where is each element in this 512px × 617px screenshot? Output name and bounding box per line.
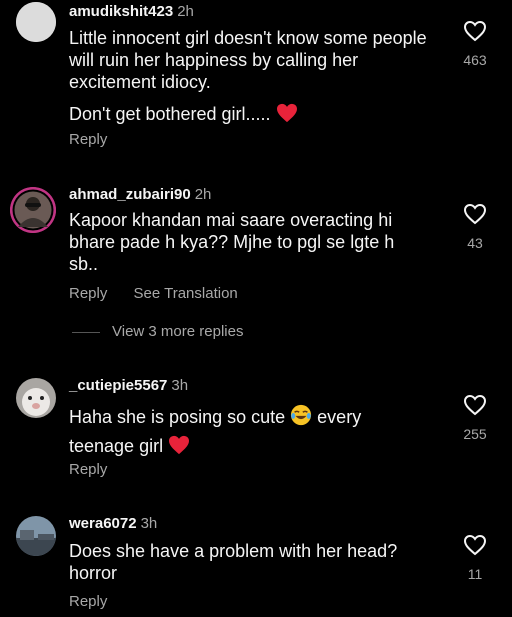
like-count: 11 xyxy=(467,566,483,582)
like-button[interactable]: 11 xyxy=(452,534,498,582)
heart-outline-icon[interactable] xyxy=(463,203,487,225)
username[interactable]: ahmad_zubairi90 xyxy=(69,186,191,203)
timestamp: 3h xyxy=(140,515,158,532)
reply-button[interactable]: Reply xyxy=(69,285,107,302)
comment-text: Kapoor khandan mai saare overacting hi b… xyxy=(69,210,395,274)
reply-button[interactable]: Reply xyxy=(69,461,107,478)
timestamp: 2h xyxy=(194,186,212,203)
comment-header: _cutiepie5567 3h xyxy=(69,377,188,394)
comment-header: wera6072 3h xyxy=(69,515,157,532)
profile-photo-icon xyxy=(16,516,56,556)
comment-actions: Reply See Translation xyxy=(69,285,260,302)
comment-header: amudikshit423 2h xyxy=(69,3,194,20)
like-button[interactable]: 255 xyxy=(452,394,498,442)
heart-outline-icon[interactable] xyxy=(463,20,487,42)
comment-text-part: Don't get bothered girl..... xyxy=(69,104,271,124)
username[interactable]: wera6072 xyxy=(69,515,137,532)
comment-text-line: Don't get bothered girl..... xyxy=(69,103,429,128)
like-count: 43 xyxy=(467,235,483,251)
like-button[interactable]: 463 xyxy=(452,20,498,68)
timestamp: 3h xyxy=(171,377,189,394)
heart-outline-icon[interactable] xyxy=(463,394,487,416)
timestamp: 2h xyxy=(177,3,194,20)
comment-actions: Reply xyxy=(69,461,129,478)
username[interactable]: _cutiepie5567 xyxy=(69,377,167,394)
comment-text-part: Haha she is posing so cute xyxy=(69,407,286,427)
username[interactable]: amudikshit423 xyxy=(69,3,173,20)
default-avatar-icon xyxy=(16,2,56,42)
tears-of-joy-emoji-icon xyxy=(290,404,312,433)
comment-actions: Reply xyxy=(69,593,129,610)
comment-text: Little innocent girl doesn't know some p… xyxy=(69,27,429,128)
avatar[interactable] xyxy=(16,516,56,556)
avatar[interactable] xyxy=(16,2,56,42)
view-more-replies-label[interactable]: View 3 more replies xyxy=(112,323,243,340)
comment-text: Haha she is posing so cute every teenage… xyxy=(69,404,429,462)
heart-outline-icon[interactable] xyxy=(463,534,487,556)
avatar[interactable] xyxy=(16,378,56,418)
like-button[interactable]: 43 xyxy=(452,203,498,251)
profile-photo-icon xyxy=(10,187,56,233)
view-more-replies-button[interactable]: View 3 more replies xyxy=(72,323,243,340)
reply-button[interactable]: Reply xyxy=(69,131,107,148)
comment-header: ahmad_zubairi90 2h xyxy=(69,186,211,203)
see-translation-button[interactable]: See Translation xyxy=(134,285,238,302)
comment-actions: Reply xyxy=(69,131,129,148)
red-heart-emoji-icon xyxy=(168,435,190,462)
reply-button[interactable]: Reply xyxy=(69,593,107,610)
like-count: 463 xyxy=(463,52,487,68)
profile-photo-icon xyxy=(16,378,56,418)
like-count: 255 xyxy=(463,426,487,442)
comment-text-line: Little innocent girl doesn't know some p… xyxy=(69,28,427,92)
divider-line xyxy=(72,331,100,333)
red-heart-emoji-icon xyxy=(276,103,298,128)
comment-text: Does she have a problem with her head? h… xyxy=(69,541,398,583)
avatar[interactable] xyxy=(10,187,56,233)
